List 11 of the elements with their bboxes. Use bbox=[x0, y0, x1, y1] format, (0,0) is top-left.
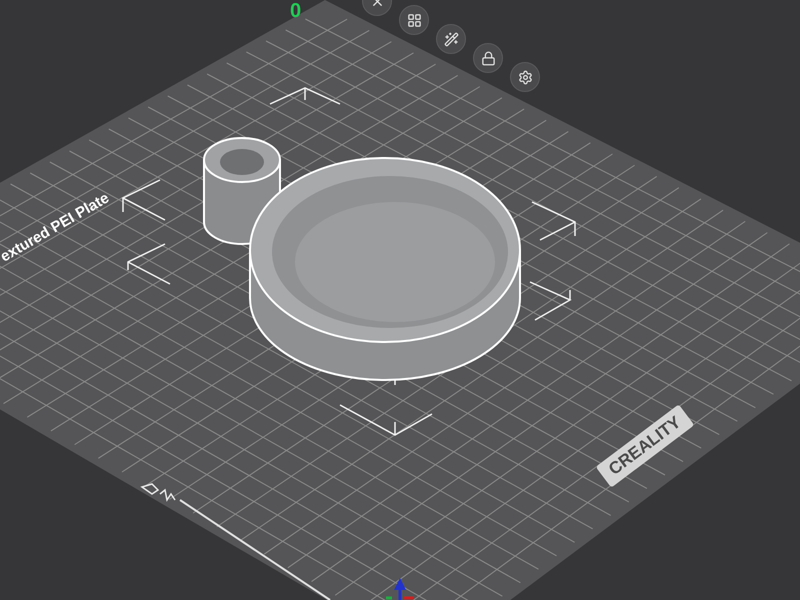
axis-arrows-drawing bbox=[386, 578, 414, 600]
settings-icon bbox=[518, 70, 532, 84]
lock-button[interactable] bbox=[473, 43, 503, 73]
orient-button[interactable] bbox=[436, 24, 466, 54]
wand-icon bbox=[444, 32, 458, 46]
grid-icon bbox=[406, 12, 422, 28]
printer-logo-icon bbox=[141, 483, 176, 502]
plate-number: 0 bbox=[290, 1, 302, 21]
lock-icon bbox=[480, 50, 496, 66]
arrange-button[interactable] bbox=[399, 5, 429, 35]
settings-button[interactable] bbox=[510, 62, 540, 92]
